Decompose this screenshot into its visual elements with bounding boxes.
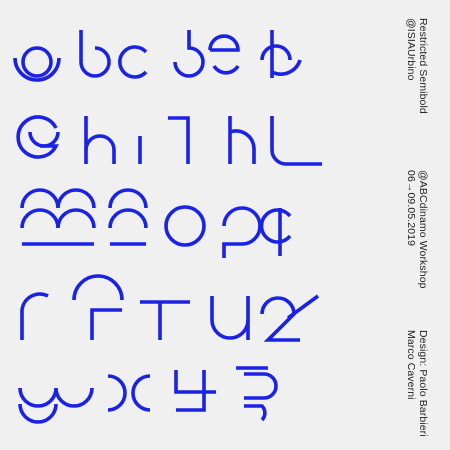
typeface-name: Restricted Semibold <box>417 18 429 114</box>
glyph-t <box>140 300 190 340</box>
glyph-n <box>108 188 148 246</box>
glyph-l <box>270 116 322 166</box>
design-credit: Design: Paolo Barbieri Marco Caverni <box>405 330 429 437</box>
glyph-v <box>260 294 320 342</box>
workshop-dates: 06→09.05.2019 <box>405 170 417 247</box>
workshop-name: @ABCdinamo Workshop <box>417 170 429 289</box>
glyph-b <box>79 30 111 78</box>
glyph-u <box>210 296 250 340</box>
designer-1: Design: Paolo Barbieri <box>417 330 429 437</box>
glyph-q <box>259 208 292 256</box>
glyph-f <box>260 30 302 78</box>
glyph-x <box>107 374 151 412</box>
alphabet-specimen <box>13 30 322 424</box>
workshop-credit: @ABCdinamo Workshop 06→09.05.2019 <box>405 170 429 289</box>
glyph-y <box>174 370 216 412</box>
glyph-w <box>18 387 94 424</box>
type-specimen-poster: Restricted Semibold @ISIAUrbino @ABCdina… <box>0 0 450 450</box>
glyph-k <box>228 116 256 164</box>
glyph-j <box>168 116 190 164</box>
glyph-e <box>208 34 240 75</box>
glyph-s <box>72 274 124 340</box>
designer-2: Marco Caverni <box>405 330 417 400</box>
school-handle: @ISIAUrbino <box>405 18 417 81</box>
glyph-a <box>13 46 61 82</box>
glyph-g <box>16 115 60 159</box>
glyph-d <box>173 30 205 78</box>
glyph-h <box>84 116 116 164</box>
glyph-c <box>118 45 148 79</box>
glyph-z <box>236 366 278 422</box>
typeface-credit: Restricted Semibold @ISIAUrbino <box>405 18 429 114</box>
glyph-r <box>20 292 49 340</box>
glyph-p <box>222 206 262 258</box>
glyph-m <box>20 188 96 246</box>
glyph-o <box>164 205 206 247</box>
